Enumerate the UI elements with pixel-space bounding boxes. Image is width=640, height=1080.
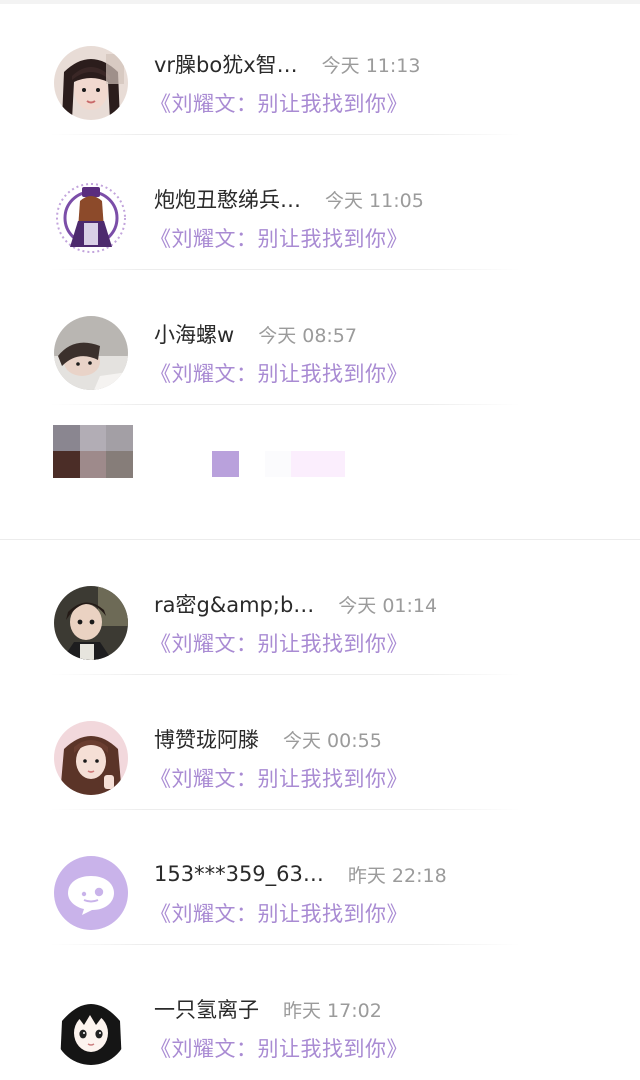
user-name[interactable]: ra密g&amp;b… [154, 589, 314, 619]
user-avatar[interactable] [54, 856, 128, 930]
user-avatar[interactable] [54, 181, 128, 255]
comment-time: 今天 11:05 [325, 189, 424, 212]
user-avatar[interactable] [54, 316, 128, 390]
comment-message[interactable]: 《刘耀文：别让我找到你》 [150, 628, 408, 658]
user-name[interactable]: 一只氢离子 [154, 994, 259, 1024]
mosaic-block [106, 425, 133, 451]
comment-item[interactable]: 炮炮丑憨绨兵… 今天 11:05 《刘耀文：别让我找到你》 [0, 135, 640, 270]
mosaic-block [80, 451, 106, 478]
comment-list: vr臊bo犹x智… 今天 11:13 《刘耀文：别让我找到你》 炮炮丑憨绨兵… … [0, 0, 640, 1080]
comment-time: 今天 01:14 [338, 594, 438, 617]
mosaic-block [265, 451, 291, 477]
comment-time: 今天 08:57 [258, 324, 357, 347]
comment-message[interactable]: 《刘耀文：别让我找到你》 [150, 763, 408, 793]
user-name[interactable]: 153***359_63… [154, 862, 324, 886]
mosaic-block [53, 451, 80, 478]
comment-time: 今天 00:55 [283, 729, 382, 752]
user-avatar[interactable] [54, 46, 128, 120]
comment-item[interactable]: vr臊bo犹x智… 今天 11:13 《刘耀文：别让我找到你》 [0, 0, 640, 135]
comment-message[interactable]: 《刘耀文：别让我找到你》 [150, 358, 408, 388]
comment-item[interactable]: 153***359_63… 昨天 22:18 《刘耀文：别让我找到你》 [0, 810, 640, 945]
mosaic-block [106, 451, 133, 478]
user-avatar[interactable] [54, 721, 128, 795]
user-avatar[interactable] [54, 586, 128, 660]
user-name[interactable]: 博赞珑阿滕 [154, 724, 259, 754]
comment-message[interactable]: 《刘耀文：别让我找到你》 [150, 898, 408, 928]
user-avatar[interactable] [54, 991, 128, 1065]
mosaic-block [291, 451, 345, 477]
comment-message[interactable]: 《刘耀文：别让我找到你》 [150, 88, 408, 118]
mosaic-redacted-item [0, 405, 640, 540]
mosaic-block [53, 425, 80, 451]
comment-time: 昨天 17:02 [283, 999, 382, 1022]
chat-bubble-icon [54, 856, 128, 930]
comment-item[interactable]: 一只氢离子 昨天 17:02 《刘耀文：别让我找到你》 [0, 945, 640, 1080]
mosaic-block [80, 425, 106, 451]
user-name[interactable]: 小海螺w [154, 319, 234, 349]
comment-item[interactable]: ra密g&amp;b… 今天 01:14 《刘耀文：别让我找到你》 [0, 540, 640, 675]
comment-item[interactable]: 博赞珑阿滕 今天 00:55 《刘耀文：别让我找到你》 [0, 675, 640, 810]
comment-item[interactable]: 小海螺w 今天 08:57 《刘耀文：别让我找到你》 [0, 270, 640, 405]
user-name[interactable]: 炮炮丑憨绨兵… [154, 184, 301, 214]
comment-message[interactable]: 《刘耀文：别让我找到你》 [150, 223, 408, 253]
comment-time: 昨天 22:18 [347, 864, 447, 887]
mosaic-block [212, 451, 239, 477]
comment-message[interactable]: 《刘耀文：别让我找到你》 [150, 1033, 408, 1063]
comment-time: 今天 11:13 [321, 54, 421, 77]
user-name[interactable]: vr臊bo犹x智… [154, 49, 298, 79]
